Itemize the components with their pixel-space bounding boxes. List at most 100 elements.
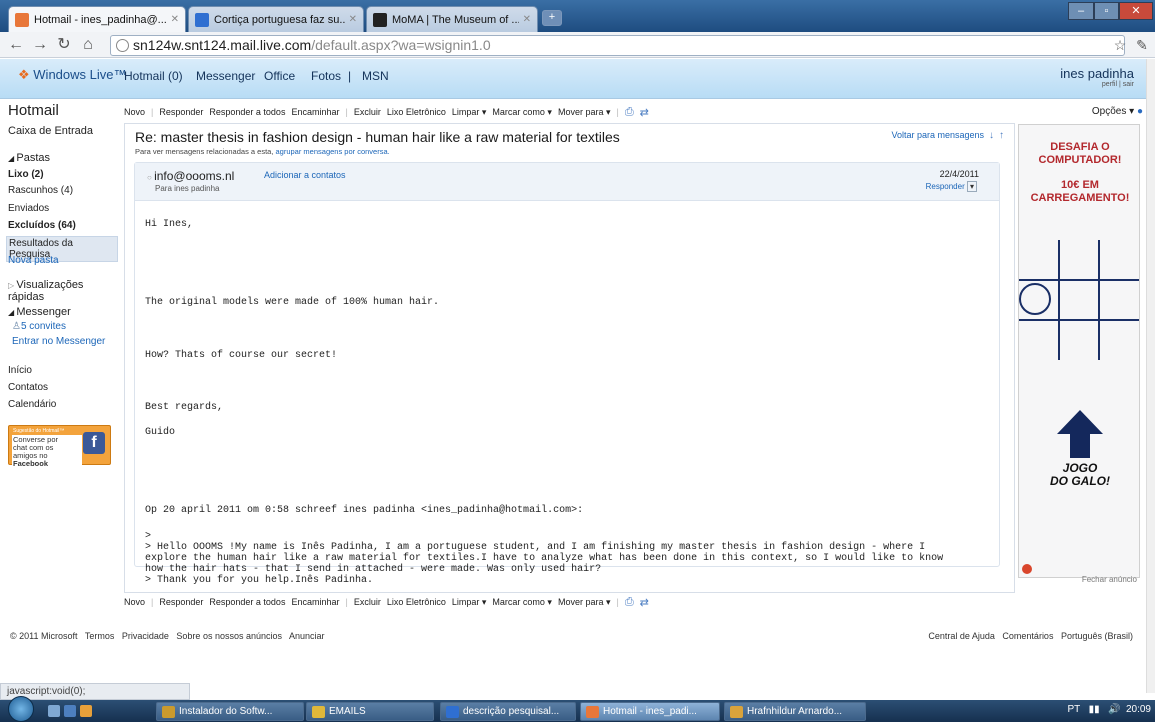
dropdown-arrow-icon[interactable]: ▾ <box>966 181 977 192</box>
move-to-button[interactable]: Mover para ▾ <box>558 597 611 608</box>
taskbar-item-installer[interactable]: Instalador do Softw... <box>156 702 304 721</box>
new-folder-link[interactable]: Nova pasta <box>8 255 59 266</box>
nav-messenger[interactable]: Messenger <box>196 69 255 83</box>
sidebar-pastas-header[interactable]: ◢ Pastas <box>8 152 50 164</box>
tab-moma[interactable]: MoMA | The Museum of ... ✕ <box>366 6 538 32</box>
nav-fotos[interactable]: Fotos <box>311 69 341 83</box>
network-icon[interactable]: ▮▮ <box>1089 704 1100 715</box>
close-icon[interactable]: ✕ <box>349 14 357 25</box>
taskbar-item-hrafnhildur[interactable]: Hrafnhildur Arnardo... <box>724 702 866 721</box>
about-ads-link[interactable]: Sobre os nossos anúncios <box>176 631 282 641</box>
new-tab-button[interactable]: + <box>542 10 562 26</box>
reload-button[interactable]: ↻ <box>54 35 74 55</box>
taskbar-item-emails[interactable]: EMAILS <box>306 702 434 721</box>
feedback-link[interactable]: Comentários <box>1002 631 1053 641</box>
forward-mail-button[interactable]: Encaminhar <box>291 597 339 607</box>
terms-link[interactable]: Termos <box>85 631 115 641</box>
clock[interactable]: 20:09 <box>1126 704 1151 715</box>
explorer-icon[interactable] <box>64 705 76 717</box>
reply-link[interactable]: Responder ▾ <box>926 181 977 192</box>
user-sub-links[interactable]: perfil | sair <box>1060 81 1134 88</box>
junk-button[interactable]: Lixo Eletrônico <box>387 597 446 607</box>
delete-button[interactable]: Excluir <box>354 107 381 117</box>
bookmark-star-icon[interactable]: ☆ <box>1110 35 1130 55</box>
delete-button[interactable]: Excluir <box>354 597 381 607</box>
mark-as-button[interactable]: Marcar como ▾ <box>492 107 552 118</box>
sender-address[interactable]: ○ info@oooms.nl <box>147 169 234 183</box>
close-icon[interactable]: ✕ <box>171 14 179 25</box>
reply-all-button[interactable]: Responder a todos <box>209 107 285 117</box>
privacy-link[interactable]: Privacidade <box>122 631 169 641</box>
mark-as-button[interactable]: Marcar como ▾ <box>492 597 552 608</box>
nav-office[interactable]: Office <box>264 69 295 83</box>
help-icon[interactable]: ● <box>1137 106 1143 117</box>
options-menu[interactable]: Opções ▾ ● <box>1092 106 1143 117</box>
print-icon[interactable]: ⎙ <box>625 106 634 119</box>
sidebar-item-excluidos[interactable]: Excluídos (64) <box>8 220 76 231</box>
refresh-icon[interactable]: ⇄ <box>640 596 649 609</box>
arrow-down-icon[interactable]: ↓ <box>989 130 994 141</box>
sidebar-messenger-header[interactable]: ◢ Messenger <box>8 306 71 318</box>
sweep-button[interactable]: Limpar ▾ <box>452 597 487 608</box>
new-button[interactable]: Novo <box>124 107 145 117</box>
sweep-button[interactable]: Limpar ▾ <box>452 107 487 118</box>
enter-messenger-link[interactable]: Entrar no Messenger <box>12 336 105 347</box>
nav-contatos[interactable]: Contatos <box>8 382 48 393</box>
sidebar-quick-views[interactable]: ▷ Visualizações rápidas <box>8 279 120 303</box>
ad-game-2: DO GALO! <box>1050 474 1110 488</box>
windows-live-logo[interactable]: ❖ Windows Live™ <box>18 67 126 83</box>
arrow-up-icon[interactable]: ↑ <box>999 130 1004 141</box>
help-center-link[interactable]: Central de Ajuda <box>928 631 995 641</box>
forward-mail-button[interactable]: Encaminhar <box>291 107 339 117</box>
reply-all-button[interactable]: Responder a todos <box>209 597 285 607</box>
minimize-button[interactable]: – <box>1068 2 1094 20</box>
tab-hotmail[interactable]: Hotmail - ines_padinha@... ✕ <box>8 6 186 32</box>
invites-link[interactable]: ♙5 convites <box>12 321 66 332</box>
advertise-link[interactable]: Anunciar <box>289 631 325 641</box>
nav-calendario[interactable]: Calendário <box>8 399 56 410</box>
sidebar-title[interactable]: Hotmail <box>8 102 59 119</box>
volume-icon[interactable]: 🔊 <box>1108 704 1120 715</box>
sidebar-item-rascunhos[interactable]: Rascunhos (4) <box>8 185 73 196</box>
media-icon[interactable] <box>80 705 92 717</box>
close-window-button[interactable]: ✕ <box>1119 2 1153 20</box>
start-button[interactable] <box>8 696 34 722</box>
address-bar[interactable]: sn124w.snt124.mail.live.com/default.aspx… <box>110 35 1125 56</box>
language-indicator[interactable]: PT <box>1067 704 1080 715</box>
print-icon[interactable]: ⎙ <box>625 596 634 609</box>
facebook-promo[interactable]: Sugestão do Hotmail™ Converse por chat co… <box>8 425 111 469</box>
user-menu[interactable]: ines padinha perfil | sair <box>1060 66 1134 88</box>
taskbar-item-document[interactable]: descrição pesquisal... <box>440 702 576 721</box>
forward-button[interactable]: → <box>30 35 50 55</box>
add-contact-link[interactable]: Adicionar a contatos <box>264 170 346 180</box>
reply-button[interactable]: Responder <box>159 597 203 607</box>
taskbar-item-hotmail[interactable]: Hotmail - ines_padi... <box>580 702 720 721</box>
page-scrollbar[interactable] <box>1146 59 1155 693</box>
ad-info-icon[interactable] <box>1022 564 1032 574</box>
wrench-icon[interactable]: ✎ <box>1132 35 1152 55</box>
new-button[interactable]: Novo <box>124 597 145 607</box>
show-desktop-icon[interactable] <box>48 705 60 717</box>
close-icon[interactable]: ✕ <box>523 14 531 25</box>
close-ad-link[interactable]: Fechar anúncio <box>1082 575 1137 584</box>
sidebar-item-inbox[interactable]: Caixa de Entrada <box>8 125 93 137</box>
group-conversation-link[interactable]: agrupar mensagens por conversa. <box>276 147 390 156</box>
advertisement[interactable]: DESAFIA O COMPUTADOR! 10€ EM CARREGAMENT… <box>1018 124 1140 578</box>
home-button[interactable]: ⌂ <box>78 35 98 55</box>
language-link[interactable]: Português (Brasil) <box>1061 631 1133 641</box>
refresh-icon[interactable]: ⇄ <box>640 106 649 119</box>
nav-hotmail[interactable]: Hotmail (0) <box>124 69 183 83</box>
sidebar-item-enviados[interactable]: Enviados <box>8 203 49 214</box>
junk-button[interactable]: Lixo Eletrônico <box>387 107 446 117</box>
back-button[interactable]: ← <box>6 35 26 55</box>
maximize-button[interactable]: ▫ <box>1094 2 1119 20</box>
back-to-messages[interactable]: Voltar para mensagens ↓ ↑ <box>891 130 1004 141</box>
reply-button[interactable]: Responder <box>159 107 203 117</box>
nav-msn[interactable]: MSN <box>362 69 389 83</box>
tab-cortica[interactable]: Cortiça portuguesa faz su... ✕ <box>188 6 364 32</box>
nav-inicio[interactable]: Início <box>8 365 32 376</box>
sidebar-item-lixo[interactable]: Lixo (2) <box>8 169 44 180</box>
move-to-button[interactable]: Mover para ▾ <box>558 107 611 118</box>
hotmail-icon <box>15 12 29 27</box>
user-name[interactable]: ines padinha <box>1060 66 1134 81</box>
